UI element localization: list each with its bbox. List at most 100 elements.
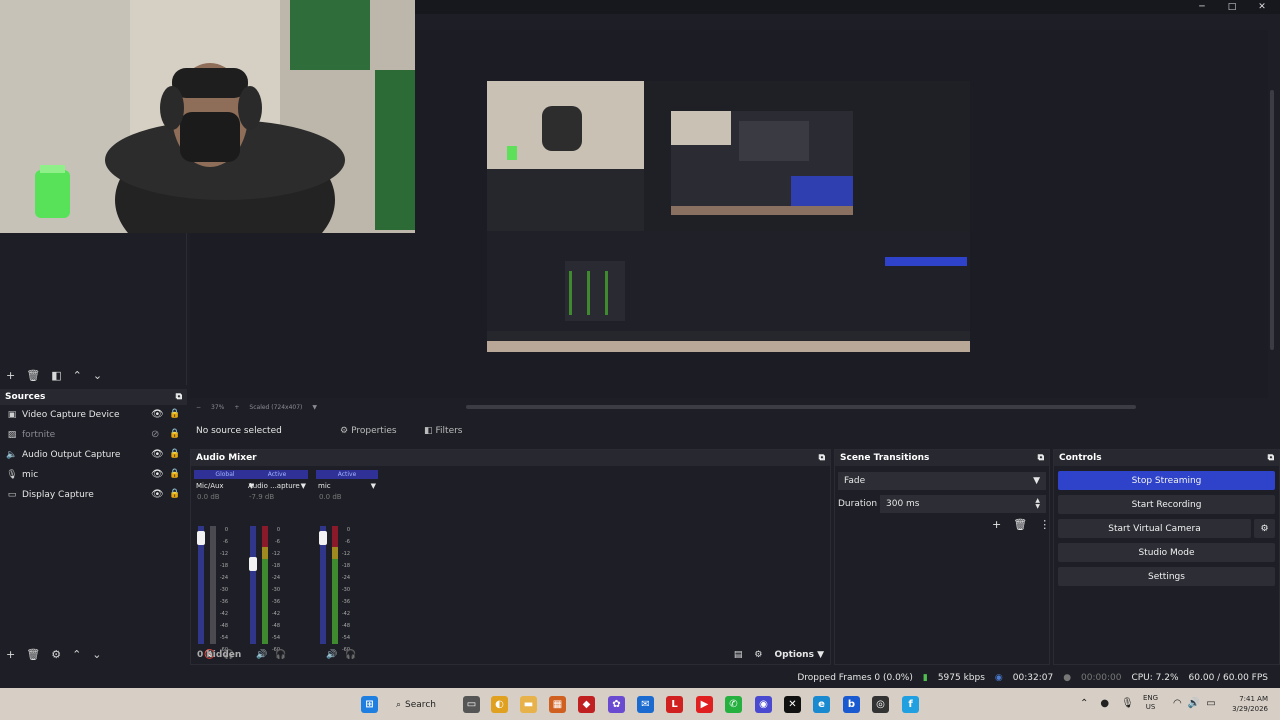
lock-icon[interactable]: 🔒 bbox=[169, 469, 180, 479]
meter-tick: -18 bbox=[341, 563, 350, 569]
eye-icon[interactable]: 👁 bbox=[151, 469, 164, 480]
close-button[interactable]: ✕ bbox=[1247, 0, 1277, 14]
meter-tick: -48 bbox=[271, 623, 280, 629]
remove-transition-icon[interactable]: 🗑 bbox=[1013, 518, 1027, 531]
outlook-icon[interactable]: ✉ bbox=[637, 696, 654, 713]
chevron-down-icon: ▼ bbox=[300, 482, 306, 490]
move-up-icon[interactable]: ⌃ bbox=[72, 648, 81, 661]
volume-fader-handle[interactable] bbox=[249, 557, 257, 571]
undock-icon[interactable]: ⧉ bbox=[1268, 453, 1274, 463]
edge-icon[interactable]: e bbox=[813, 696, 830, 713]
virtual-camera-gear-icon[interactable]: ⚙ bbox=[1254, 519, 1275, 538]
source-label: Display Capture bbox=[22, 490, 94, 500]
move-down-icon[interactable]: ⌄ bbox=[93, 369, 102, 382]
source-item[interactable]: 🔈 Audio Output Capture 👁 🔒 bbox=[0, 445, 187, 465]
move-down-icon[interactable]: ⌄ bbox=[92, 648, 101, 661]
preview-vertical-scrollbar[interactable] bbox=[1270, 90, 1274, 350]
layout-icon[interactable]: ▤ bbox=[734, 650, 743, 660]
tray-app-icon[interactable]: ● bbox=[1100, 698, 1109, 709]
remove-source-icon[interactable]: 🗑 bbox=[26, 648, 40, 661]
start-recording-button[interactable]: Start Recording bbox=[1058, 495, 1275, 514]
remove-scene-icon[interactable]: 🗑 bbox=[26, 369, 40, 382]
meter-tick: 0 bbox=[224, 527, 228, 533]
app-icon[interactable]: ◆ bbox=[578, 696, 595, 713]
stop-streaming-button[interactable]: Stop Streaming bbox=[1058, 471, 1275, 490]
transition-select[interactable]: Fade ▼ bbox=[838, 472, 1046, 490]
eye-icon[interactable]: 👁 bbox=[151, 449, 164, 460]
meter-tick: -24 bbox=[271, 575, 280, 581]
move-up-icon[interactable]: ⌃ bbox=[73, 369, 82, 382]
undock-icon[interactable]: ⧉ bbox=[819, 453, 825, 463]
meter-tick: 0 bbox=[346, 527, 350, 533]
app-f-icon[interactable]: f bbox=[902, 696, 919, 713]
add-scene-icon[interactable]: + bbox=[6, 369, 15, 382]
language-indicator[interactable]: ENG US bbox=[1143, 694, 1158, 712]
volume-fader-handle[interactable] bbox=[197, 531, 205, 545]
volume-fader-track[interactable] bbox=[319, 526, 327, 644]
volume-fader-track[interactable] bbox=[249, 526, 257, 644]
whatsapp-icon[interactable]: ✆ bbox=[725, 696, 742, 713]
volume-fader-track[interactable] bbox=[197, 526, 205, 644]
zoom-in-icon[interactable]: + bbox=[234, 404, 239, 411]
options-button[interactable]: Options ▼ bbox=[775, 650, 825, 660]
start-virtual-camera-button[interactable]: Start Virtual Camera bbox=[1058, 519, 1251, 538]
gear-icon[interactable]: ⚙ bbox=[51, 648, 61, 661]
scene-transitions-panel: Scene Transitions ⧉ Fade ▼ Duration 300 … bbox=[834, 449, 1050, 665]
scene-filters-icon[interactable]: ◧ bbox=[51, 369, 61, 382]
scale-dropdown-icon[interactable]: ▼ bbox=[312, 404, 317, 411]
add-transition-icon[interactable]: + bbox=[992, 518, 1001, 531]
source-item[interactable]: ▨ fortnite ⊘ 🔒 bbox=[0, 425, 187, 445]
file-explorer-icon[interactable]: ▬ bbox=[520, 696, 537, 713]
quick-settings[interactable]: ◠ 🔊 ▭ bbox=[1173, 698, 1216, 709]
audio-mixer-header: Audio Mixer ⧉ bbox=[191, 450, 830, 466]
preview-image bbox=[487, 81, 970, 352]
eye-icon[interactable]: 👁 bbox=[151, 409, 164, 420]
chevron-up-icon[interactable]: ⌃ bbox=[1080, 698, 1088, 709]
eye-hidden-icon[interactable]: ⊘ bbox=[151, 429, 159, 440]
controls-title: Controls bbox=[1059, 453, 1102, 463]
source-item[interactable]: ▣ Video Capture Device 👁 🔒 bbox=[0, 405, 187, 425]
lock-icon[interactable]: 🔒 bbox=[169, 489, 180, 499]
undock-icon[interactable]: ⧉ bbox=[1038, 453, 1044, 463]
start-icon[interactable]: ⊞ bbox=[361, 696, 378, 713]
source-item[interactable]: ▭ Display Capture 👁 🔒 bbox=[0, 485, 187, 505]
lock-icon[interactable]: 🔒 bbox=[169, 409, 180, 419]
properties-button[interactable]: ⚙ Properties bbox=[340, 426, 410, 436]
x-icon[interactable]: ✕ bbox=[784, 696, 801, 713]
preview-canvas[interactable] bbox=[487, 81, 970, 352]
studio-mode-button[interactable]: Studio Mode bbox=[1058, 543, 1275, 562]
minimize-button[interactable]: ─ bbox=[1187, 0, 1217, 14]
photos-icon[interactable]: ✿ bbox=[608, 696, 625, 713]
add-source-icon[interactable]: + bbox=[6, 648, 15, 661]
lock-icon[interactable]: 🔒 bbox=[169, 429, 180, 439]
youtube-icon[interactable]: ▶ bbox=[696, 696, 713, 713]
app-l-icon[interactable]: L bbox=[666, 696, 683, 713]
advanced-audio-icon[interactable]: ⚙ bbox=[754, 650, 762, 660]
eye-icon[interactable]: 👁 bbox=[151, 489, 164, 500]
undock-icon[interactable]: ⧉ bbox=[176, 392, 182, 402]
bing-icon[interactable]: b bbox=[843, 696, 860, 713]
obs-icon[interactable]: ◎ bbox=[872, 696, 889, 713]
maximize-button[interactable]: □ bbox=[1217, 0, 1247, 14]
channel-name-dropdown[interactable]: Audio ...apture ▼ bbox=[246, 479, 308, 493]
preview-horizontal-scrollbar[interactable] bbox=[466, 405, 1136, 409]
copilot-icon[interactable]: ◐ bbox=[491, 696, 508, 713]
volume-fader-handle[interactable] bbox=[319, 531, 327, 545]
spinner-icon[interactable]: ▲ ▼ bbox=[1035, 498, 1040, 510]
channel-name-dropdown[interactable]: mic ▼ bbox=[316, 479, 378, 493]
source-item[interactable]: 🎙 mic 👁 🔒 bbox=[0, 465, 187, 485]
zoom-out-icon[interactable]: − bbox=[196, 404, 201, 411]
chevron-down-icon: ▼ bbox=[370, 482, 376, 490]
store-icon[interactable]: ▦ bbox=[549, 696, 566, 713]
duration-input[interactable]: 300 ms ▲ ▼ bbox=[880, 495, 1046, 513]
app-icon[interactable]: ◉ bbox=[755, 696, 772, 713]
more-icon[interactable]: ⋮ bbox=[1039, 518, 1050, 531]
clock[interactable]: 7:41 AM 3/29/2026 bbox=[1222, 694, 1268, 714]
task-view-icon[interactable]: ▭ bbox=[463, 696, 480, 713]
search-button[interactable]: ⌕ Search bbox=[396, 696, 436, 713]
image-icon: ▨ bbox=[7, 430, 17, 440]
filters-button[interactable]: ◧ Filters bbox=[424, 426, 463, 436]
lock-icon[interactable]: 🔒 bbox=[169, 449, 180, 459]
settings-button[interactable]: Settings bbox=[1058, 567, 1275, 586]
mic-icon[interactable]: 🎙 bbox=[1121, 698, 1134, 709]
